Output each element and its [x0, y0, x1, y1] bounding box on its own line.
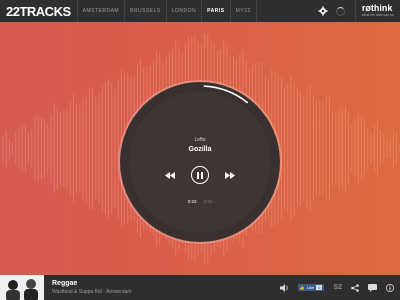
current-time: 0:23 [187, 199, 197, 204]
share-icon[interactable] [351, 283, 359, 292]
artist-photo [0, 275, 44, 300]
artist-thumbnail[interactable] [0, 275, 44, 300]
volume-icon[interactable] [279, 283, 289, 292]
player-stage: Lefto Gozilla 0:23 3:41 [0, 22, 400, 275]
facebook-like-icon: 👍 [299, 285, 305, 290]
playlist-genre[interactable]: Reggae [52, 279, 132, 288]
rewind-icon[interactable] [165, 171, 175, 179]
brand-tagline: what the web can be [361, 13, 394, 17]
chat-icon[interactable] [368, 283, 377, 292]
track-times: 0:23 3:41 [120, 199, 280, 204]
gear-icon[interactable] [318, 6, 328, 16]
pause-icon [197, 171, 203, 179]
bottom-bar: Reggae Waxfiend & Suppa Kid - Amsterdam … [0, 275, 400, 300]
brand-logo[interactable]: røthink what the web can be [354, 0, 400, 22]
loading-spinner-icon [335, 6, 345, 16]
like-count: 0 [316, 285, 323, 290]
city-tabs: AMSTERDAM BRUSSELS LONDON PARIS MY22 [76, 0, 257, 22]
tab-brussels[interactable]: BRUSSELS [125, 0, 167, 22]
tab-london[interactable]: LONDON [167, 0, 203, 22]
logo[interactable]: 22TRACKS [6, 4, 71, 19]
disc-center [129, 91, 271, 233]
track-title: Gozilla [188, 146, 212, 153]
total-time: 3:41 [203, 199, 213, 204]
top-bar: 22TRACKS AMSTERDAM BRUSSELS LONDON PARIS… [0, 0, 400, 22]
playback-controls [120, 166, 280, 184]
tab-my22[interactable]: MY22 [231, 0, 257, 22]
tab-amsterdam[interactable]: AMSTERDAM [76, 0, 126, 22]
player-disc: Lefto Gozilla 0:23 3:41 [120, 82, 280, 242]
playlist-info: Reggae Waxfiend & Suppa Kid - Amsterdam [52, 279, 132, 296]
bottom-tools: 👍 Like 0 S2 [279, 275, 394, 300]
playlist-description: Waxfiend & Suppa Kid - Amsterdam [52, 289, 132, 295]
track-artist: Lefto [194, 137, 206, 143]
tab-paris[interactable]: PARIS [202, 0, 231, 22]
facebook-like-button[interactable]: 👍 Like 0 [297, 284, 325, 291]
info-icon[interactable] [386, 283, 394, 292]
fast-forward-icon[interactable] [225, 171, 235, 179]
pause-button[interactable] [191, 166, 209, 184]
like-label: Like [306, 285, 315, 290]
brand-name: røthink [361, 3, 393, 13]
top-right-tools: røthink what the web can be [318, 0, 400, 22]
s2-button[interactable]: S2 [333, 284, 342, 291]
